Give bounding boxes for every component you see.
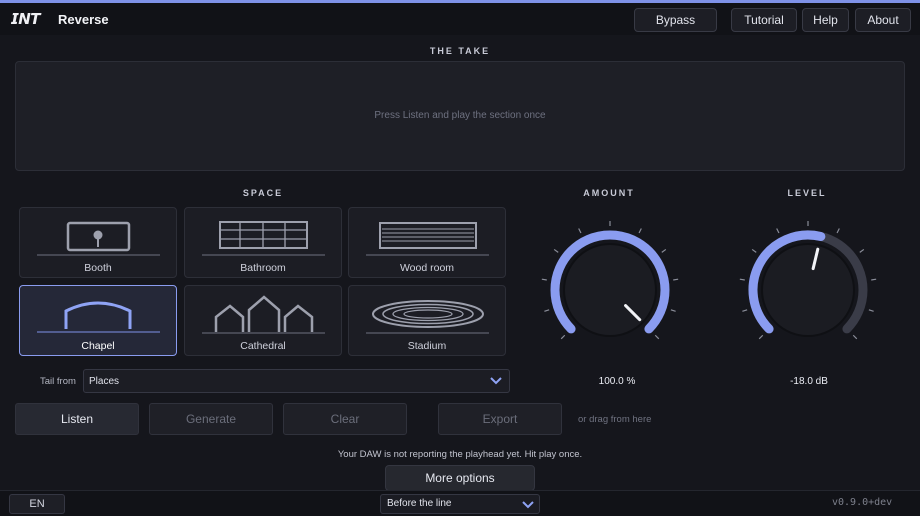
- level-tick: [751, 248, 757, 253]
- amount-tick: [541, 278, 547, 281]
- generate-button[interactable]: Generate: [149, 403, 273, 435]
- tail-from-value: Places: [89, 376, 120, 387]
- take-section-label: THE TAKE: [429, 46, 491, 56]
- level-tick: [776, 228, 780, 234]
- bypass-button[interactable]: Bypass: [634, 8, 717, 32]
- space-tile-bathroom[interactable]: Bathroom: [184, 207, 342, 278]
- chevron-down-icon: [490, 377, 502, 385]
- listen-button[interactable]: Listen: [15, 403, 139, 435]
- amount-tick: [560, 334, 566, 340]
- space-tile-chapel[interactable]: Chapel: [19, 285, 177, 356]
- level-label: LEVEL: [787, 188, 827, 198]
- footer-bar: EN Before the line v0.9.0+dev: [0, 490, 920, 516]
- level-tick: [868, 309, 874, 312]
- version-label: v0.9.0+dev: [832, 497, 893, 508]
- level-tick: [836, 228, 840, 234]
- level-tick: [739, 278, 745, 281]
- tile-label-wood-room: Wood room: [399, 262, 455, 274]
- level-knob-body: [761, 243, 855, 337]
- level-tick: [742, 309, 748, 312]
- tile-label-chapel: Chapel: [81, 340, 115, 352]
- about-button[interactable]: About: [855, 8, 911, 32]
- amount-tick: [578, 228, 582, 234]
- amount-tick: [553, 248, 559, 253]
- daw-status-note: Your DAW is not reporting the playhead y…: [337, 449, 583, 460]
- level-tick: [859, 248, 865, 253]
- amount-tick: [638, 228, 642, 234]
- amount-knob-body: [563, 243, 657, 337]
- space-tile-wood-room[interactable]: Wood room: [348, 207, 506, 278]
- mode-select-value: Before the line: [387, 498, 452, 509]
- amount-tick: [661, 248, 667, 253]
- level-knob[interactable]: [738, 210, 878, 360]
- amount-tick: [673, 278, 679, 281]
- mode-select[interactable]: Before the line: [380, 494, 540, 514]
- take-hint-text: Press Listen and play the section once: [374, 110, 546, 121]
- level-tick: [758, 334, 764, 340]
- level-tick: [852, 334, 858, 340]
- amount-tick: [654, 334, 660, 340]
- amount-tick: [544, 309, 550, 312]
- space-section-label: SPACE: [242, 188, 284, 198]
- amount-label: AMOUNT: [583, 188, 635, 198]
- header-bar: 𝙄𝙉𝙏 Reverse Bypass Tutorial Help About: [0, 3, 920, 35]
- tail-from-select[interactable]: Places: [83, 369, 510, 393]
- space-tile-stadium[interactable]: Stadium: [348, 285, 506, 356]
- clear-button[interactable]: Clear: [283, 403, 407, 435]
- take-waveform-area[interactable]: Press Listen and play the section once: [15, 61, 905, 171]
- amount-tick: [670, 309, 676, 312]
- space-tile-booth[interactable]: Booth: [19, 207, 177, 278]
- tile-label-bathroom: Bathroom: [240, 262, 286, 274]
- amount-value: 100.0 %: [598, 376, 636, 387]
- help-button[interactable]: Help: [802, 8, 849, 32]
- brand-logo: 𝙄𝙉𝙏: [11, 10, 40, 28]
- tile-label-booth: Booth: [84, 262, 112, 274]
- space-tile-cathedral[interactable]: Cathedral: [184, 285, 342, 356]
- tutorial-button[interactable]: Tutorial: [731, 8, 797, 32]
- tile-label-cathedral: Cathedral: [240, 340, 286, 352]
- drag-hint: or drag from here: [578, 414, 652, 425]
- level-tick: [871, 278, 877, 281]
- tail-from-label: Tail from: [40, 376, 76, 387]
- tile-label-stadium: Stadium: [407, 340, 447, 352]
- level-value: -18.0 dB: [790, 376, 828, 387]
- app-title: Reverse: [58, 12, 109, 27]
- more-options-button[interactable]: More options: [385, 465, 535, 491]
- chevron-down-icon: [522, 501, 534, 509]
- amount-knob[interactable]: [540, 210, 680, 360]
- export-button[interactable]: Export: [438, 403, 562, 435]
- language-button[interactable]: EN: [9, 494, 65, 514]
